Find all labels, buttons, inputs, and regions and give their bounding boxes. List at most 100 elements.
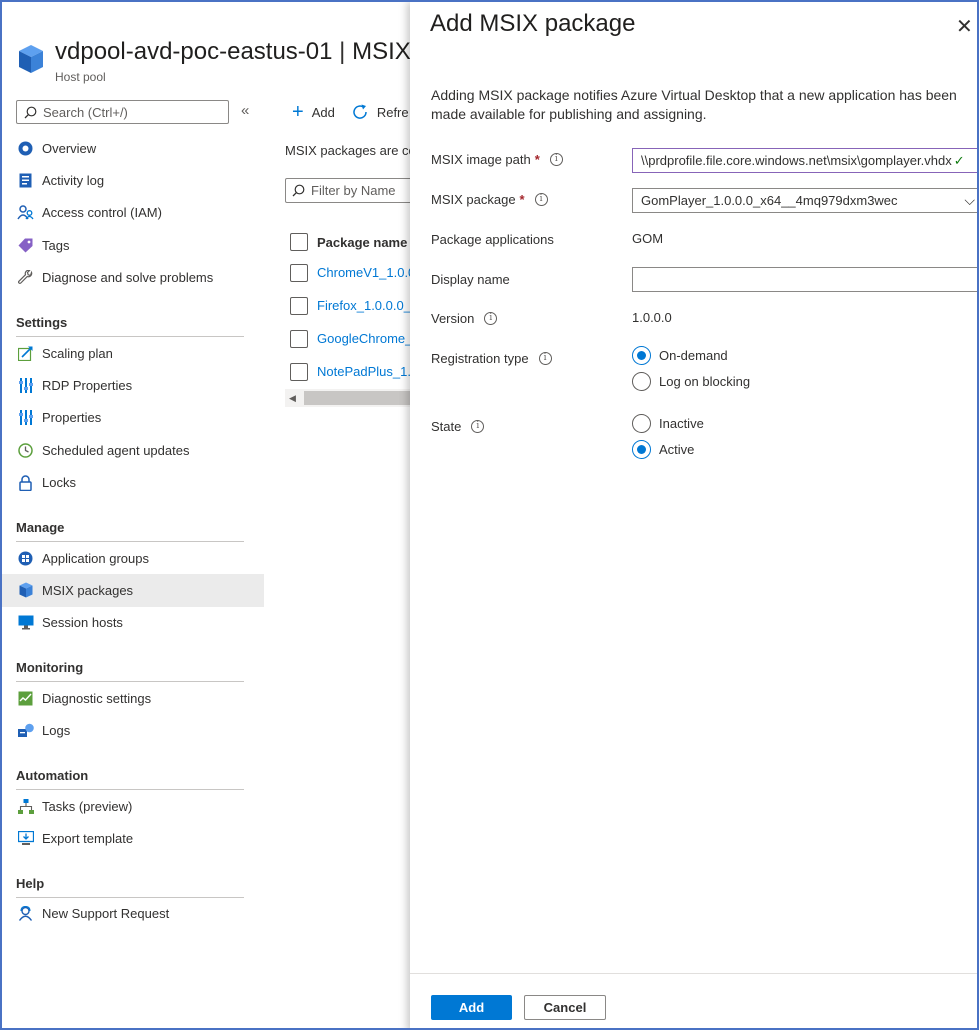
monitor-icon [17,614,34,631]
page-title: vdpool-avd-poc-eastus-01 | MSIX [55,38,411,65]
access-control-icon [17,204,34,221]
info-icon[interactable]: i [484,312,498,325]
info-icon[interactable]: i [534,193,548,206]
version-label: Version i [431,311,498,326]
table-row: GoogleChrome_ [290,322,420,355]
sidebar-item-scaling-plan[interactable]: Scaling plan [2,337,264,369]
version-value: 1.0.0.0 [632,310,672,325]
row-checkbox[interactable] [290,263,308,282]
registration-on-demand-option[interactable]: On-demand [632,346,728,365]
toolbar: + Add Refre [292,102,425,122]
plus-icon: + [292,101,304,123]
packages-table: Package name ChromeV1_1.0.0 Firefox_1.0.… [290,228,420,388]
select-all-checkbox[interactable] [290,233,308,251]
panel-title: Add MSIX package [430,10,636,37]
scroll-left-icon[interactable]: ◀ [289,393,296,404]
sidebar-item-access-control[interactable]: Access control (IAM) [2,197,264,229]
sidebar-heading-automation: Automation [2,747,264,790]
sidebar-item-locks[interactable]: Locks [2,467,264,499]
application-groups-icon [17,550,34,567]
add-msix-package-panel: Add MSIX package ✕ Adding MSIX package n… [410,2,977,1028]
sidebar-item-tags[interactable]: Tags [2,229,264,261]
required-marker: * [534,152,540,167]
state-active-option[interactable]: Active [632,440,694,459]
chevron-down-icon: ⌵ [964,192,975,208]
add-package-button[interactable]: Add [431,995,512,1020]
info-icon[interactable]: i [471,420,485,433]
page-subtitle: Host pool [55,70,106,84]
info-icon[interactable]: i [549,153,563,166]
diagnostic-settings-icon [17,690,34,707]
close-icon[interactable]: ✕ [956,14,973,39]
add-button[interactable]: + Add [292,102,335,122]
package-link[interactable]: ChromeV1_1.0.0 [317,265,415,280]
scrollbar-thumb[interactable] [304,391,415,405]
overview-icon [17,140,34,157]
state-inactive-option[interactable]: Inactive [632,414,704,433]
sidebar-item-rdp-properties[interactable]: RDP Properties [2,369,264,401]
registration-log-on-blocking-option[interactable]: Log on blocking [632,372,750,391]
radio-button-selected[interactable] [632,346,651,365]
scaling-plan-icon [17,345,34,362]
package-link[interactable]: GoogleChrome_ [317,331,412,346]
row-checkbox[interactable] [290,329,308,348]
cancel-button[interactable]: Cancel [524,995,606,1020]
table-row: NotePadPlus_1.0 [290,355,420,388]
sidebar-heading-help: Help [2,855,264,898]
search-icon [292,184,305,197]
checkmark-icon: ✓ [953,152,965,168]
package-applications-label: Package applications [431,232,554,247]
row-checkbox[interactable] [290,362,308,381]
row-checkbox[interactable] [290,296,308,315]
panel-description: Adding MSIX package notifies Azure Virtu… [431,87,957,122]
table-header: Package name [290,228,420,256]
info-icon[interactable]: i [538,352,552,365]
msix-image-path-input[interactable]: \\prdprofile.file.core.windows.net\msix\… [632,148,977,173]
collapse-sidebar-button[interactable]: « [241,102,249,119]
logs-icon [17,722,34,739]
sidebar-item-new-support-request[interactable]: New Support Request [2,898,264,930]
sidebar-search-input[interactable]: Search (Ctrl+/) [16,100,229,124]
sidebar-item-diagnostic-settings[interactable]: Diagnostic settings [2,682,264,714]
activity-log-icon [17,172,34,189]
radio-button-selected[interactable] [632,440,651,459]
search-icon [24,106,37,118]
msix-package-icon [17,582,34,599]
sidebar-item-overview[interactable]: Overview [2,132,264,164]
horizontal-scrollbar[interactable]: ◀ [285,389,415,407]
display-name-input[interactable] [632,267,977,292]
sidebar-item-properties[interactable]: Properties [2,402,264,434]
msix-description: MSIX packages are co [285,143,416,158]
app-frame: vdpool-avd-poc-eastus-01 | MSIX Host poo… [0,0,979,1030]
table-row: ChromeV1_1.0.0 [290,256,420,289]
support-request-icon [17,905,34,922]
sidebar-item-scheduled-agent-updates[interactable]: Scheduled agent updates [2,434,264,466]
sidebar-item-diagnose[interactable]: Diagnose and solve problems [2,262,264,294]
radio-button[interactable] [632,372,651,391]
sidebar-item-logs[interactable]: Logs [2,714,264,746]
msix-image-path-label: MSIX image path * i [431,152,563,167]
sidebar-item-msix-packages[interactable]: MSIX packages [2,574,264,607]
refresh-button[interactable]: Refre [351,103,409,121]
panel-footer: Add Cancel [410,973,977,1028]
lock-icon [17,474,34,491]
sidebar-item-export-template[interactable]: Export template [2,822,264,854]
sidebar-item-session-hosts[interactable]: Session hosts [2,607,264,639]
properties-bars-icon [17,377,34,394]
radio-button[interactable] [632,414,651,433]
sidebar-heading-settings: Settings [2,294,264,337]
tasks-icon [17,798,34,815]
package-link[interactable]: Firefox_1.0.0.0_x [317,298,417,313]
clock-icon [17,442,34,459]
sidebar-item-application-groups[interactable]: Application groups [2,542,264,574]
sidebar-heading-monitoring: Monitoring [2,639,264,683]
properties-bars-icon [17,409,34,426]
msix-package-dropdown[interactable]: GomPlayer_1.0.0.0_x64__4mq979dxm3wec ⌵ [632,188,977,213]
sidebar-nav: Overview Activity log Access control (IA… [2,132,264,930]
sidebar-item-activity-log[interactable]: Activity log [2,164,264,196]
package-link[interactable]: NotePadPlus_1.0 [317,364,418,379]
sidebar-item-tasks[interactable]: Tasks (preview) [2,790,264,822]
filter-by-name-input[interactable]: Filter by Name [285,178,425,203]
export-template-icon [17,830,34,847]
registration-type-label: Registration type i [431,351,552,366]
